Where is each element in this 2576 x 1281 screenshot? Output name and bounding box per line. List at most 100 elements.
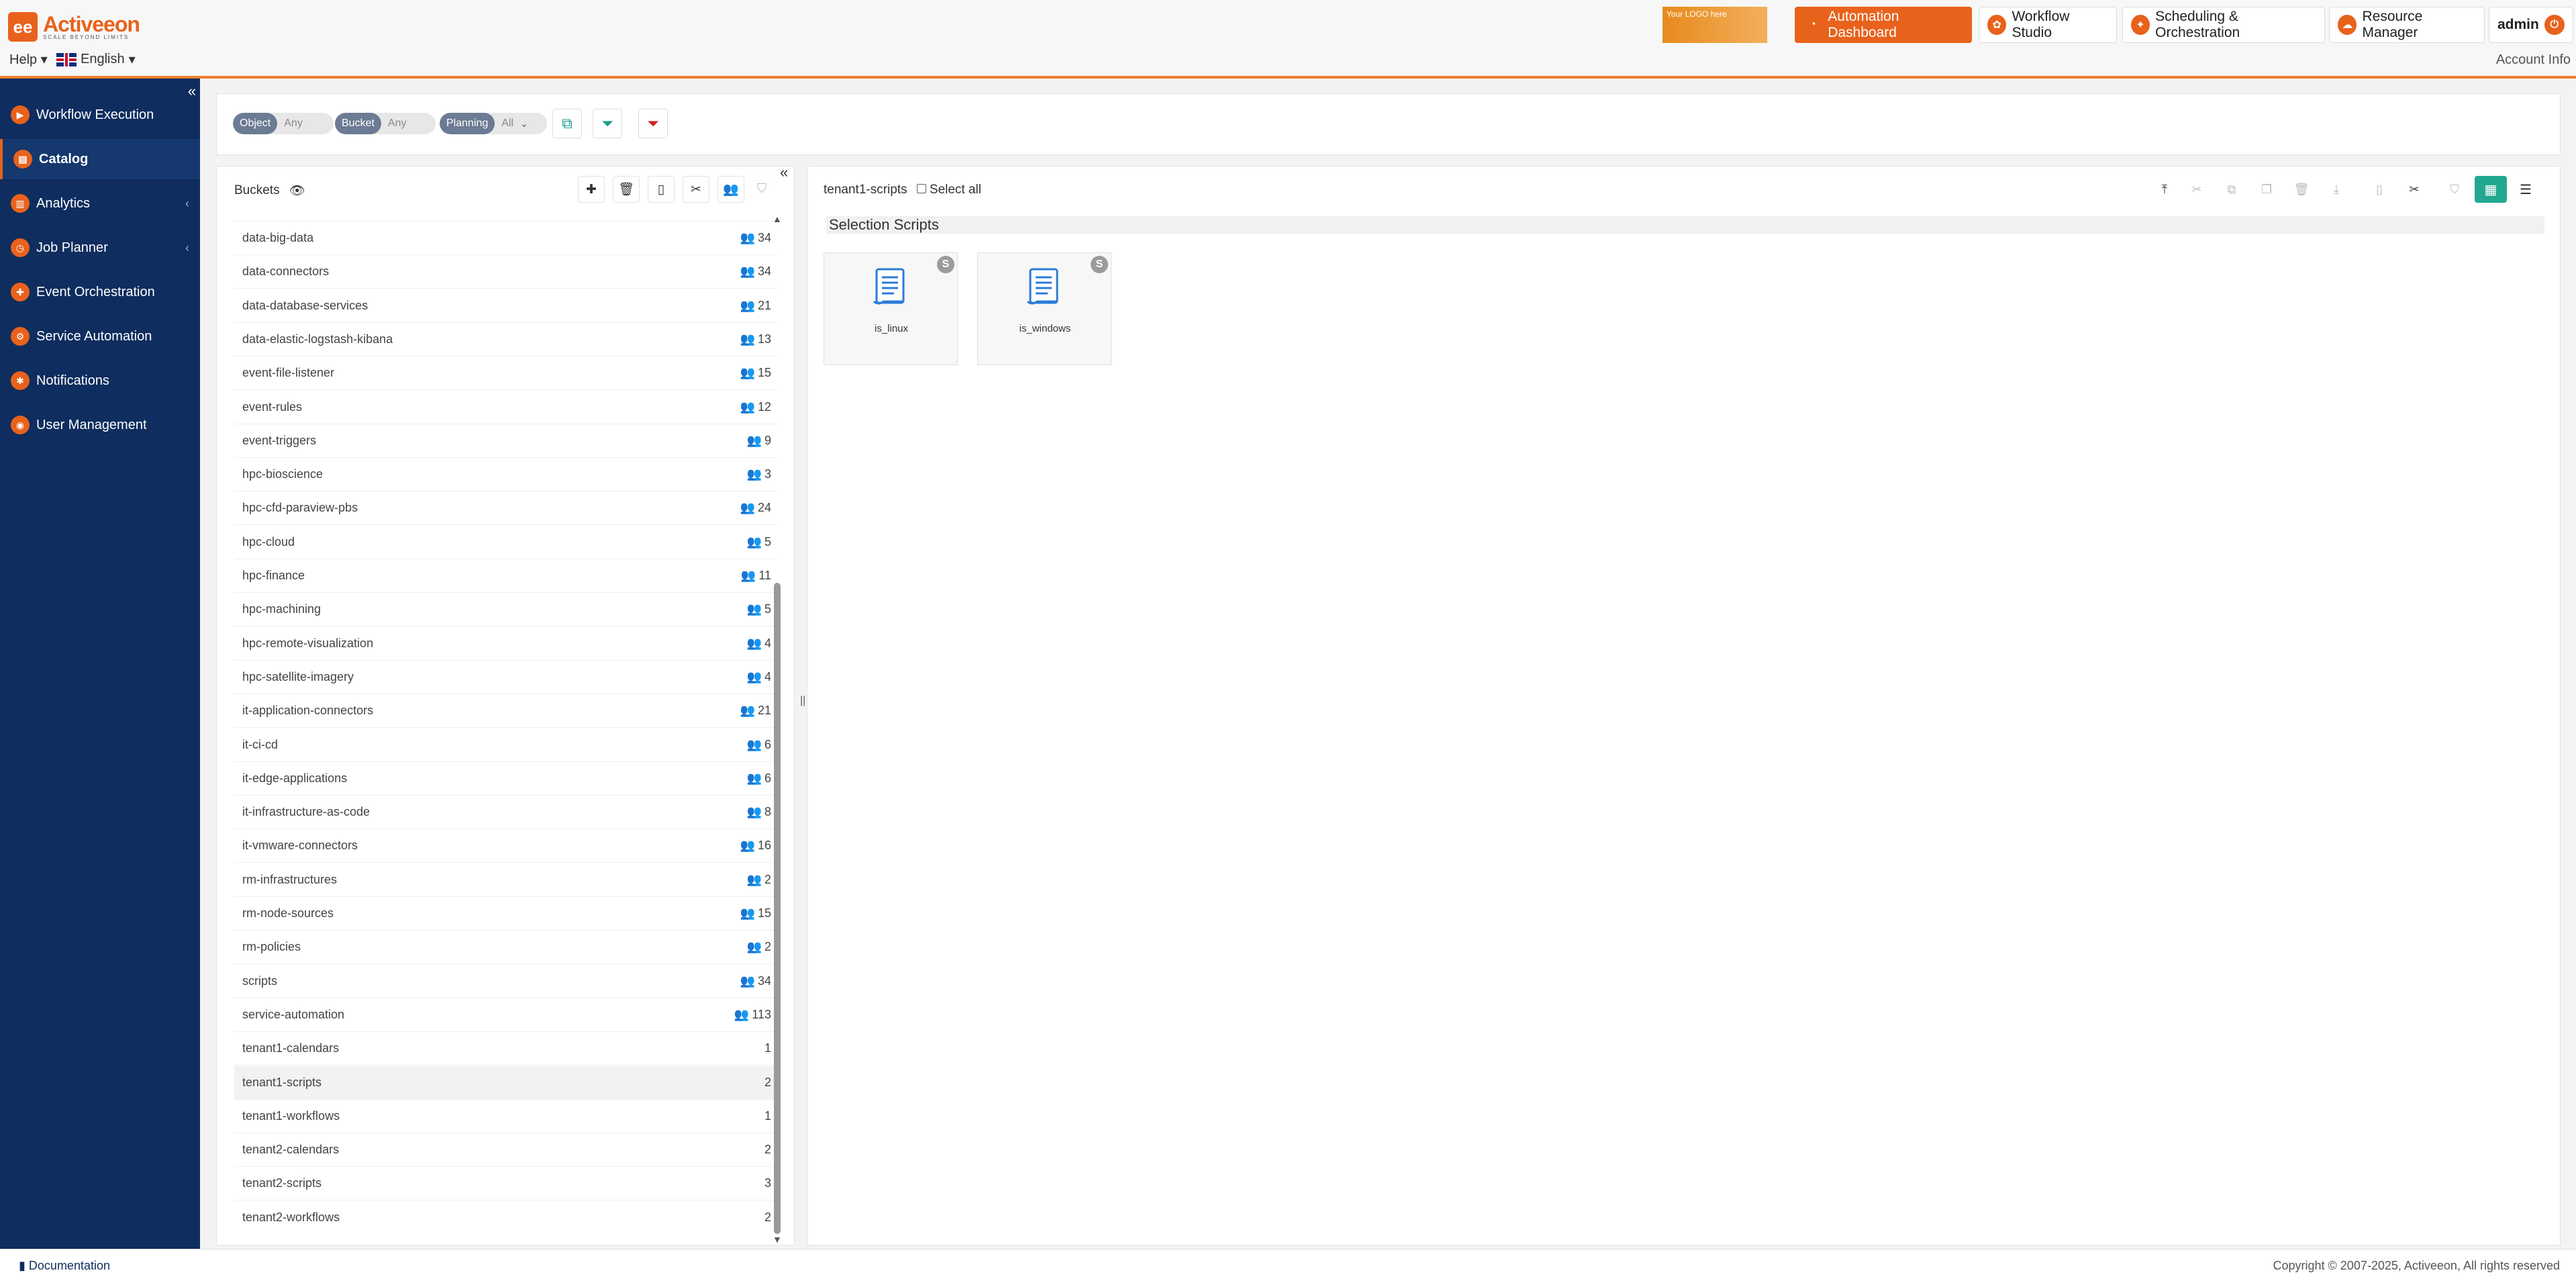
list-view-button[interactable]: ☰ xyxy=(2511,176,2540,203)
user-group-icon: 👥 xyxy=(740,332,755,346)
select-all-checkbox[interactable]: Select all xyxy=(916,183,981,197)
scroll-up-icon[interactable]: ▲ xyxy=(773,214,782,224)
bucket-row[interactable]: data-elastic-logstash-kibana 👥 13 xyxy=(234,323,778,357)
sidebar-item-event-orchestration[interactable]: ✚ Event Orchestration xyxy=(0,272,200,312)
bucket-row[interactable]: it-application-connectors 👥 21 xyxy=(234,694,778,728)
planning-filter[interactable]: Planning All ⌄ xyxy=(440,113,547,134)
bucket-name: rm-node-sources xyxy=(242,906,334,920)
bucket-row[interactable]: data-database-services 👥 21 xyxy=(234,289,778,323)
bucket-row[interactable]: it-ci-cd 👥 6 xyxy=(234,728,778,762)
user-menu-button[interactable]: admin ⏻ xyxy=(2489,7,2573,43)
bucket-row[interactable]: service-automation 👥 113 xyxy=(234,998,778,1032)
language-menu[interactable]: English ▾ xyxy=(56,51,136,68)
delete-button[interactable]: 🗑 xyxy=(2287,176,2316,203)
bucket-row[interactable]: hpc-cloud 👥 5 xyxy=(234,526,778,559)
bucket-row[interactable]: event-file-listener 👥 15 xyxy=(234,357,778,391)
sidebar-item-service-automation[interactable]: ⚙ Service Automation xyxy=(0,316,200,357)
shield-button[interactable]: ⛉ xyxy=(2440,176,2469,203)
bucket-row[interactable]: data-big-data 👥 34 xyxy=(234,222,778,255)
object-filter[interactable]: Object Any xyxy=(233,113,334,134)
footer: ▮ Documentation Copyright © 2007-2025, A… xyxy=(0,1249,2576,1281)
copy-button[interactable]: ⧉ xyxy=(2217,176,2246,203)
bucket-name: tenant2-scripts xyxy=(242,1176,322,1190)
bucket-row[interactable]: hpc-machining 👥 5 xyxy=(234,593,778,627)
bucket-filter[interactable]: Bucket Any xyxy=(335,113,436,134)
bucket-row[interactable]: rm-infrastructures 👥 2 xyxy=(234,863,778,897)
automation-dashboard-button[interactable]: ◔ Automation Dashboard xyxy=(1795,7,1972,43)
add-bucket-button[interactable]: ✚ xyxy=(578,176,605,203)
cut-button[interactable]: ✂ xyxy=(2182,176,2212,203)
user-group-icon: 👥 xyxy=(740,231,755,244)
sidebar-item-catalog[interactable]: ▤ Catalog xyxy=(0,139,200,179)
shield-icon: ⛉ xyxy=(2450,182,2459,196)
sidebar-item-label: Job Planner xyxy=(36,240,108,255)
clear-filter-button[interactable]: ⏷ xyxy=(638,109,668,138)
bucket-row[interactable]: data-connectors 👥 34 xyxy=(234,255,778,289)
eye-icon[interactable]: 👁 xyxy=(289,183,305,199)
bucket-row-partial[interactable]: basic-examples xyxy=(234,211,778,222)
sidebar: « ▶ Workflow Execution ▤ Catalog ▥ Analy… xyxy=(0,79,200,1249)
bucket-row[interactable]: hpc-satellite-imagery 👥 4 xyxy=(234,661,778,694)
account-info-link[interactable]: Account Info xyxy=(2496,52,2571,68)
help-menu[interactable]: Help ▾ xyxy=(9,51,48,68)
delete-bucket-button[interactable]: 🗑 xyxy=(613,176,640,203)
workflow-studio-button[interactable]: ✿ Workflow Studio xyxy=(1979,7,2117,43)
copy-filter-button[interactable]: ⧉ xyxy=(552,109,582,138)
activeeon-logo[interactable]: ee Activeeon SCALE BEYOND LIMITS xyxy=(8,11,140,43)
bucket-row[interactable]: rm-policies 👥 2 xyxy=(234,931,778,965)
tools-button[interactable]: ✂ xyxy=(2399,176,2429,203)
bucket-row[interactable]: tenant1-calendars 1 xyxy=(234,1032,778,1066)
duplicate-button[interactable]: ❐ xyxy=(2252,176,2281,203)
bucket-row[interactable]: it-vmware-connectors 👥 16 xyxy=(234,829,778,863)
bucket-name: it-vmware-connectors xyxy=(242,839,358,853)
help-label: Help xyxy=(9,52,38,67)
bucket-row[interactable]: hpc-finance 👥 11 xyxy=(234,559,778,593)
bucket-row[interactable]: it-edge-applications 👥 6 xyxy=(234,762,778,796)
sidebar-item-user-management[interactable]: ◉ User Management xyxy=(0,405,200,445)
sidebar-item-workflow-execution[interactable]: ▶ Workflow Execution xyxy=(0,95,200,135)
user-group-icon: 👥 xyxy=(746,636,762,650)
bucket-row[interactable]: event-rules 👥 12 xyxy=(234,391,778,424)
collapse-buckets-icon[interactable]: « xyxy=(780,164,788,181)
resource-manager-button[interactable]: ☁ Resource Manager xyxy=(2329,7,2485,43)
scrollbar-thumb[interactable] xyxy=(774,583,781,1234)
documentation-link[interactable]: ▮ Documentation xyxy=(19,1259,110,1273)
bucket-name: tenant1-scripts xyxy=(242,1075,322,1089)
bucket-row[interactable]: tenant2-calendars 2 xyxy=(234,1133,778,1168)
bucket-row[interactable]: hpc-cfd-paraview-pbs 👥 24 xyxy=(234,491,778,526)
object-count: 15 xyxy=(757,366,771,380)
bucket-row[interactable]: tenant2-workflows 2 xyxy=(234,1201,778,1225)
bucket-row[interactable]: tenant2-scripts 3 xyxy=(234,1167,778,1201)
automation-dashboard-label: Automation Dashboard xyxy=(1828,9,1899,40)
scheduling-orchestration-button[interactable]: ✦ Scheduling & Orchestration xyxy=(2122,7,2325,43)
pdf-button[interactable]: ▯ xyxy=(2365,176,2394,203)
grid-view-button[interactable]: ▦ xyxy=(2475,176,2507,203)
panel-splitter[interactable]: || xyxy=(800,695,805,707)
bucket-row[interactable]: tenant1-workflows 1 xyxy=(234,1100,778,1133)
sidebar-item-analytics[interactable]: ▥ Analytics ‹ xyxy=(0,183,200,224)
sidebar-item-notifications[interactable]: ✱ Notifications xyxy=(0,361,200,401)
group-permission-button[interactable]: 👥 xyxy=(717,176,744,203)
selected-bucket-name: tenant1-scripts xyxy=(824,183,907,197)
add-filter-button[interactable]: ⏷ xyxy=(593,109,622,138)
object-card[interactable]: S is_windows xyxy=(977,252,1111,365)
bucket-row[interactable]: hpc-remote-visualization 👥 4 xyxy=(234,627,778,661)
object-card[interactable]: S is_linux xyxy=(824,252,958,365)
bucket-row[interactable]: event-triggers 👥 9 xyxy=(234,424,778,458)
export-bucket-button[interactable]: ▯ xyxy=(648,176,675,203)
copy-icon: ⧉ xyxy=(2227,182,2236,196)
sidebar-item-label: Service Automation xyxy=(36,328,152,344)
sidebar-item-job-planner[interactable]: ◷ Job Planner ‹ xyxy=(0,228,200,268)
bucket-row[interactable]: it-infrastructure-as-code 👥 8 xyxy=(234,796,778,830)
download-button[interactable]: ⤓ xyxy=(2322,176,2351,203)
tools-button[interactable]: ✂ xyxy=(683,176,709,203)
bucket-row[interactable]: tenant1-scripts 2 xyxy=(234,1065,778,1100)
bucket-row[interactable]: scripts 👥 34 xyxy=(234,965,778,998)
user-group-icon: 👥 xyxy=(740,839,755,853)
bucket-row[interactable]: rm-node-sources 👥 15 xyxy=(234,897,778,931)
shield-button[interactable]: ⛉ xyxy=(748,176,775,203)
bucket-row[interactable]: hpc-bioscience 👥 3 xyxy=(234,458,778,492)
copyright-text: Copyright © 2007-2025, Activeeon, All ri… xyxy=(2273,1259,2561,1272)
scroll-down-icon[interactable]: ▼ xyxy=(773,1234,782,1245)
upload-button[interactable]: ⤒ xyxy=(2150,176,2179,203)
